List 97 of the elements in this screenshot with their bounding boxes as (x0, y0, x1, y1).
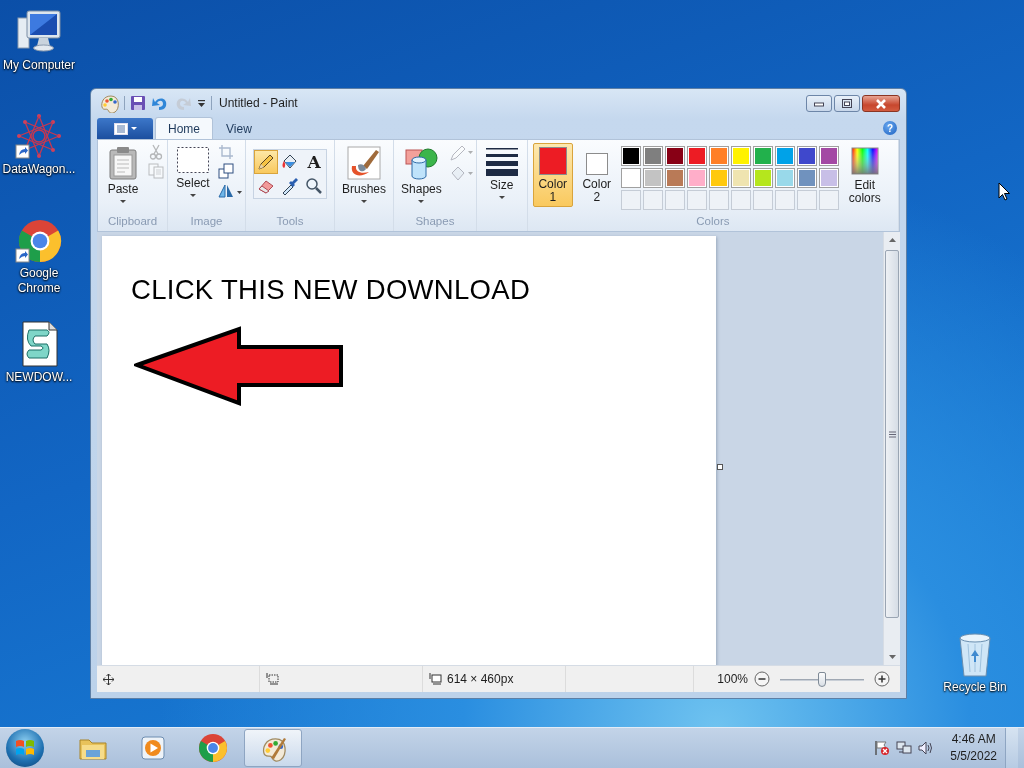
scroll-down-icon[interactable] (888, 655, 896, 659)
paint-palette-icon[interactable] (99, 92, 119, 113)
rotate-icon[interactable] (218, 182, 242, 198)
canvas-text: CLICK THIS NEW DOWNLOAD (131, 274, 532, 306)
palette-color[interactable] (686, 168, 707, 188)
window-title: Untitled - Paint (219, 95, 298, 110)
color-slot-button[interactable]: Color 1 (532, 143, 573, 207)
palette-color[interactable] (818, 146, 839, 166)
zoom-out-button[interactable] (754, 671, 770, 687)
canvas-size-text: 614 × 460px (447, 672, 514, 686)
selection-icon (176, 146, 210, 174)
network-graph-shortcut-icon[interactable] (15, 112, 63, 160)
move-cursor-icon (103, 673, 114, 685)
size-button[interactable]: Size (479, 143, 524, 200)
close-icon (875, 98, 887, 109)
palette-color[interactable] (752, 146, 773, 166)
palette-color[interactable] (686, 146, 707, 166)
palette-color[interactable] (774, 146, 795, 166)
start-button[interactable] (6, 729, 44, 767)
volume-icon[interactable] (918, 740, 935, 756)
group-label: Colors (695, 215, 731, 229)
palette-color[interactable] (642, 168, 663, 188)
maximize-button[interactable] (834, 95, 860, 112)
zoom-slider-thumb[interactable] (818, 671, 826, 687)
palette-color[interactable] (730, 146, 751, 166)
maximize-icon (842, 99, 852, 108)
select-button[interactable]: Select (171, 143, 215, 198)
resize-icon[interactable] (218, 163, 234, 179)
group-label: Image (189, 215, 224, 229)
magnifier-icon (305, 177, 323, 195)
browser-icon (197, 732, 229, 764)
palette-color[interactable] (708, 168, 729, 188)
text-tool-button[interactable]: A (302, 150, 326, 174)
scrollbar-thumb[interactable] (885, 250, 899, 618)
cursor-icon (998, 182, 1011, 202)
brushes-button[interactable]: Brushes (338, 143, 391, 204)
paste-button[interactable]: Paste (101, 143, 145, 204)
palette-color[interactable] (818, 168, 839, 188)
drawing-canvas[interactable]: CLICK THIS NEW DOWNLOAD (102, 236, 716, 665)
scroll-up-icon[interactable] (888, 238, 896, 242)
color-spectrum-icon (850, 147, 879, 175)
caret-icon (498, 196, 505, 199)
palette-color[interactable] (796, 146, 817, 166)
close-button[interactable] (862, 95, 900, 112)
network-icon[interactable] (896, 740, 913, 756)
zoom-in-button[interactable] (874, 671, 890, 687)
shapes-icon (404, 146, 439, 180)
ribbon-tab[interactable]: Home (155, 117, 213, 139)
caret-icon (361, 200, 367, 203)
caret-icon (120, 200, 126, 203)
line-width-icon (484, 146, 519, 176)
clipboard-icon (108, 146, 138, 180)
brush-icon (347, 146, 381, 180)
palette-color[interactable] (642, 146, 663, 166)
zoom-level-text: 100% (717, 672, 748, 686)
group-label: Shapes (414, 215, 456, 229)
save-icon[interactable] (130, 94, 146, 111)
palette-color[interactable] (620, 146, 641, 166)
ribbon-tab[interactable]: View (213, 117, 265, 139)
pencil-icon (257, 153, 275, 171)
desktop-icon-label[interactable]: My Computer (1, 58, 77, 73)
palette-color[interactable] (664, 168, 685, 188)
desktop-icon-label[interactable]: NEWDOW... (1, 370, 77, 385)
palette-color[interactable] (730, 168, 751, 188)
flag-alert-icon[interactable] (874, 740, 891, 756)
resize-handle[interactable] (717, 464, 723, 470)
caret-icon (190, 194, 196, 197)
palette-color[interactable] (752, 168, 773, 188)
palette-color[interactable] (664, 146, 685, 166)
desktop-icon-label[interactable]: DataWagon... (1, 162, 77, 177)
minus-icon (754, 671, 770, 687)
palette-color[interactable] (620, 168, 641, 188)
plus-icon (874, 671, 890, 687)
shapes-button[interactable]: Shapes (397, 143, 446, 204)
canvas-size-icon (429, 673, 442, 685)
file-menu-button[interactable] (97, 118, 153, 139)
grip-icon (888, 430, 896, 438)
clock-time[interactable]: 4:46 AM (951, 731, 996, 748)
show-desktop-button[interactable] (1005, 728, 1018, 768)
caret-icon (130, 127, 137, 130)
desktop-icon-label[interactable]: Google Chrome (1, 266, 77, 296)
color-picker-icon (281, 177, 299, 195)
dropdown-icon[interactable] (197, 97, 206, 108)
clock-date[interactable]: 5/5/2022 (950, 748, 997, 765)
selection-size-icon (266, 673, 279, 685)
caret-icon (418, 200, 425, 203)
color-slot-button[interactable]: Color 2 (576, 143, 617, 207)
group-label: Tools (275, 215, 305, 229)
taskbar-button[interactable] (244, 729, 302, 767)
palette-color[interactable] (796, 168, 817, 188)
palette-color[interactable] (774, 168, 795, 188)
palette-color[interactable] (708, 146, 729, 166)
group-label: Clipboard (106, 215, 159, 229)
minimize-icon (814, 100, 824, 107)
edit-colors-button[interactable]: Edit colors (842, 143, 887, 206)
windows-logo-icon (15, 738, 35, 758)
pencil-tool-button[interactable] (254, 150, 278, 174)
